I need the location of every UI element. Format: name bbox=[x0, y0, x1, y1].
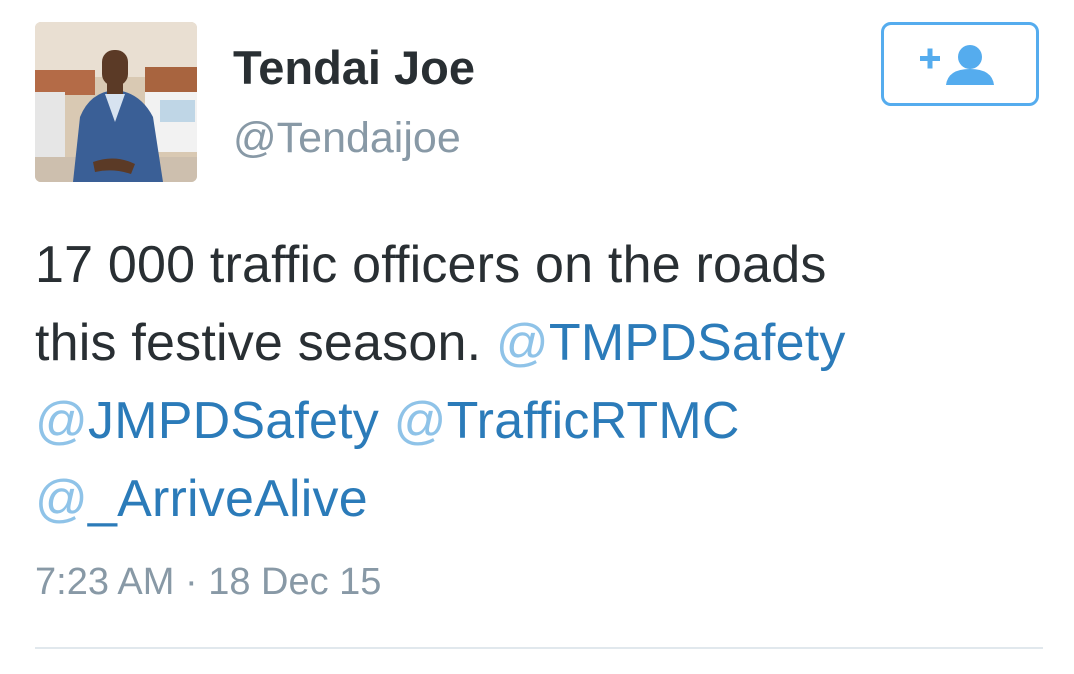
mention-name: JMPDSafety bbox=[88, 392, 379, 450]
avatar[interactable] bbox=[35, 22, 197, 182]
mention-at: @ bbox=[35, 392, 88, 450]
mention-link[interactable]: @_ArriveAlive bbox=[35, 470, 368, 528]
user-handle[interactable]: @Tendaijoe bbox=[233, 117, 461, 160]
mention-link[interactable]: @TMPDSafety bbox=[496, 314, 846, 372]
mention-link[interactable]: @TrafficRTMC bbox=[394, 392, 740, 450]
tweet-text-line: this festive season. bbox=[35, 314, 482, 372]
follow-user-icon bbox=[920, 45, 994, 85]
mention-at: @ bbox=[495, 314, 549, 372]
mention-name: _ArriveAlive bbox=[88, 470, 368, 528]
tweet-timestamp[interactable]: 7:23 AM · 18 Dec 15 bbox=[35, 563, 381, 601]
mention-at: @ bbox=[35, 470, 88, 528]
mention-name: TMPDSafety bbox=[548, 314, 846, 372]
mention-link[interactable]: @JMPDSafety bbox=[35, 392, 379, 450]
follow-button[interactable] bbox=[881, 22, 1039, 106]
mention-name: TrafficRTMC bbox=[446, 392, 740, 450]
display-name[interactable]: Tendai Joe bbox=[233, 44, 475, 91]
divider bbox=[35, 647, 1043, 649]
tweet-text: 17 000 traffic officers on the roads thi… bbox=[35, 226, 1035, 538]
avatar-photo bbox=[35, 22, 197, 182]
tweet-text-line: 17 000 traffic officers on the roads bbox=[35, 236, 827, 294]
mention-at: @ bbox=[393, 392, 447, 450]
tweet-card: Tendai Joe @Tendaijoe 17 000 traffic off… bbox=[0, 0, 1074, 674]
